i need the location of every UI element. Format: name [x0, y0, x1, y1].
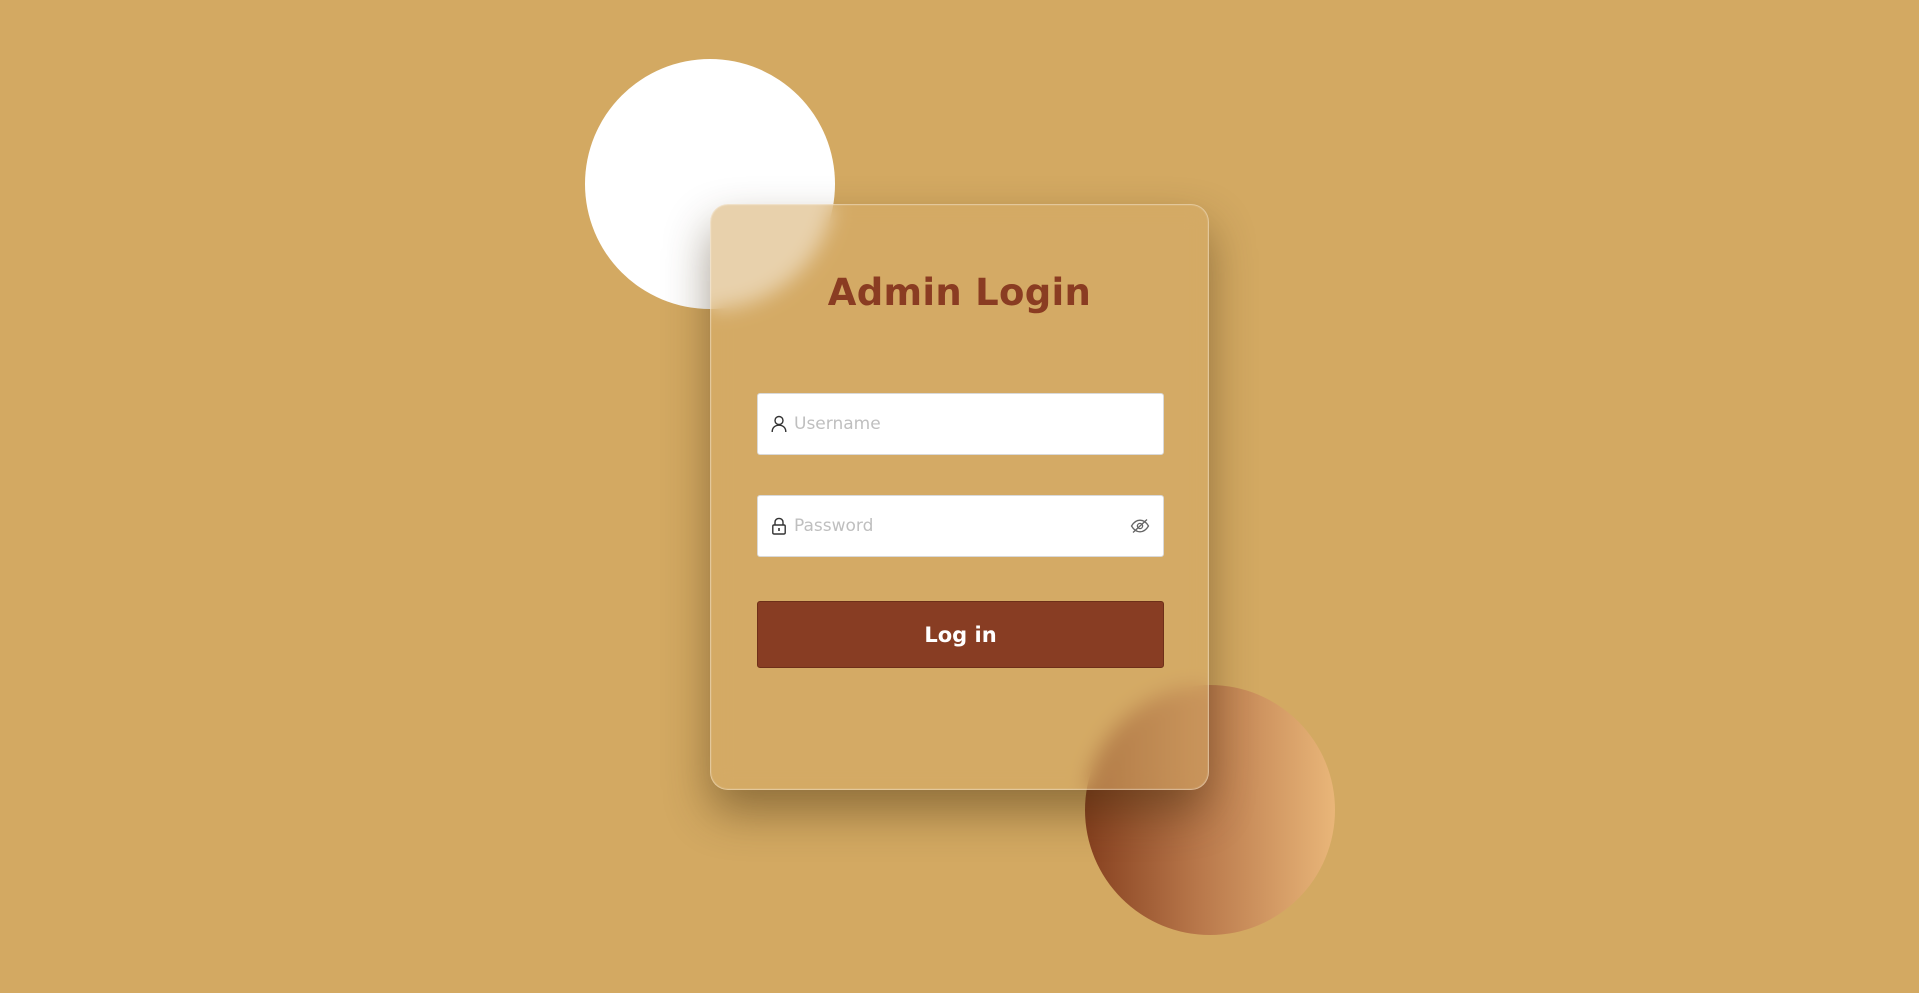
user-icon: [770, 415, 788, 433]
username-input[interactable]: [794, 394, 1163, 454]
lock-icon: [770, 517, 788, 535]
password-input[interactable]: [794, 496, 1129, 556]
login-button[interactable]: Log in: [757, 601, 1164, 668]
password-field[interactable]: [757, 495, 1164, 557]
login-card: Admin Login Log in: [710, 204, 1209, 790]
username-field[interactable]: [757, 393, 1164, 455]
eye-off-icon[interactable]: [1129, 515, 1151, 537]
page-title: Admin Login: [827, 271, 1092, 314]
